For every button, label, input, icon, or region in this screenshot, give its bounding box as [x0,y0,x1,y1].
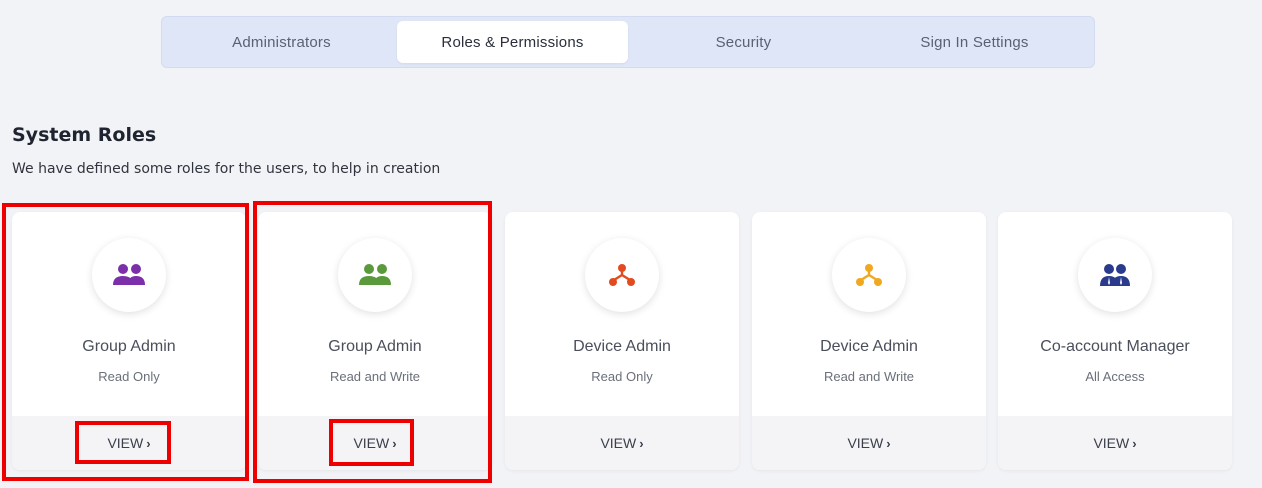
view-button[interactable]: VIEW › [107,435,150,451]
role-name: Group Admin [328,338,422,355]
role-card-group-admin-read-write: Group Admin Read and Write VIEW › [258,212,492,470]
chevron-right-icon: › [1132,435,1137,451]
tab-roles-permissions[interactable]: Roles & Permissions [397,21,628,63]
role-name: Device Admin [820,338,918,355]
role-name: Group Admin [82,338,176,355]
hierarchy-icon [832,238,906,312]
group-icon [338,238,412,312]
group-icon [92,238,166,312]
role-card-group-admin-read-only: Group Admin Read Only VIEW › [12,212,246,470]
view-label: VIEW [1093,435,1130,451]
view-button[interactable]: VIEW › [600,435,643,451]
role-card-co-account-manager: Co-account Manager All Access VIEW › [998,212,1232,470]
settings-tabbar: Administrators Roles & Permissions Secur… [161,16,1095,68]
hierarchy-icon [585,238,659,312]
tab-administrators[interactable]: Administrators [166,21,397,63]
card-footer: VIEW › [998,416,1232,470]
view-label: VIEW [107,435,144,451]
chevron-right-icon: › [639,435,644,451]
section-subtitle: We have defined some roles for the users… [12,161,441,177]
view-button[interactable]: VIEW › [847,435,890,451]
role-access: Read Only [591,369,653,384]
tab-security[interactable]: Security [628,21,859,63]
role-access: Read and Write [823,369,915,384]
role-access: Read Only [98,369,160,384]
role-access: Read and Write [329,369,421,384]
card-footer: VIEW › [505,416,739,470]
role-access: All Access [1085,369,1145,384]
role-name: Co-account Manager [1040,338,1190,355]
view-label: VIEW [600,435,637,451]
chevron-right-icon: › [392,435,397,451]
role-card-device-admin-read-write: Device Admin Read and Write VIEW › [752,212,986,470]
view-button[interactable]: VIEW › [353,435,396,451]
view-button[interactable]: VIEW › [1093,435,1136,451]
role-card-device-admin-read-only: Device Admin Read Only VIEW › [505,212,739,470]
card-footer: VIEW › [258,416,492,470]
card-footer: VIEW › [12,416,246,470]
section-title: System Roles [12,124,157,146]
card-footer: VIEW › [752,416,986,470]
role-name: Device Admin [573,338,671,355]
chevron-right-icon: › [886,435,891,451]
view-label: VIEW [847,435,884,451]
view-label: VIEW [353,435,390,451]
tab-sign-in-settings[interactable]: Sign In Settings [859,21,1090,63]
managers-icon [1078,238,1152,312]
chevron-right-icon: › [146,435,151,451]
